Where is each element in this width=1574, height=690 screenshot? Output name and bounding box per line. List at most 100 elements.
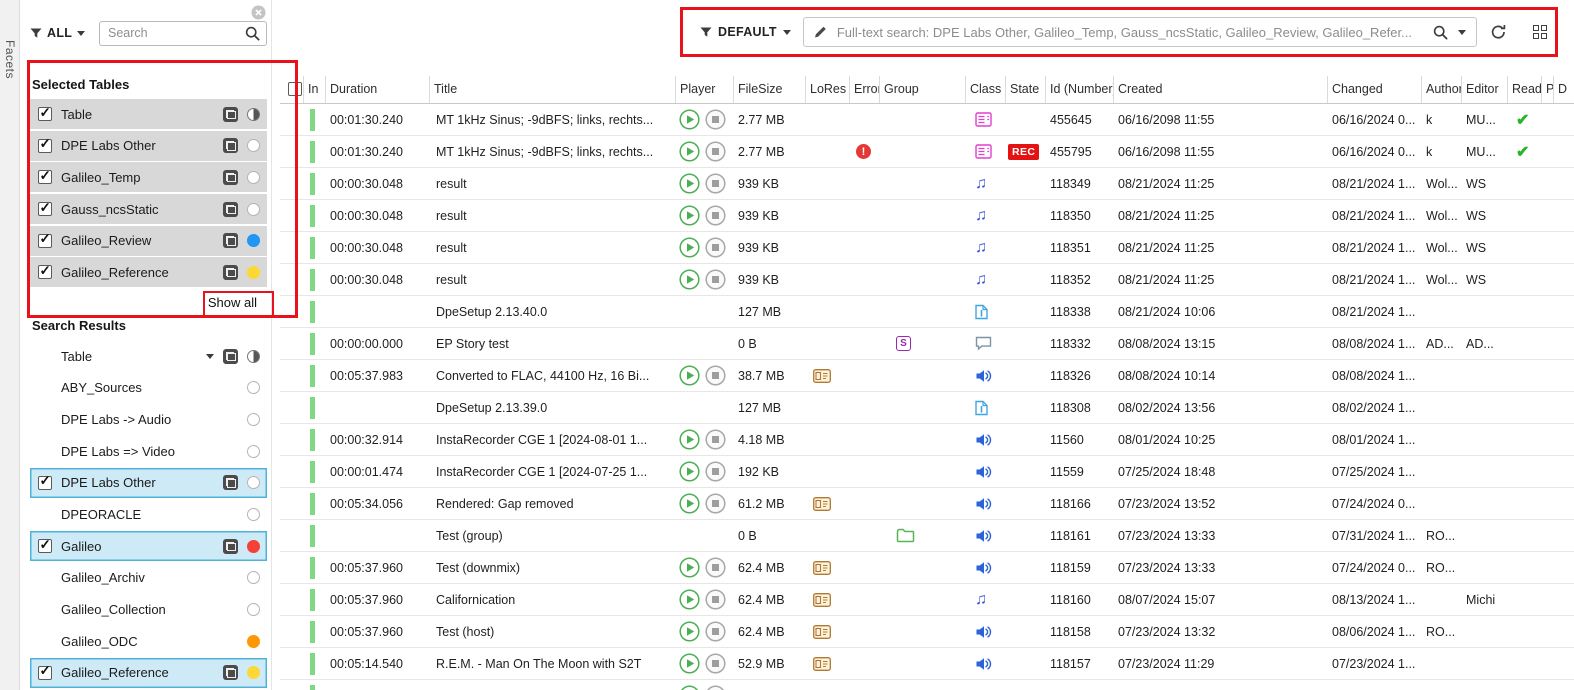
color-indicator[interactable] [247, 571, 260, 584]
selected-table-item[interactable]: Galileo_Review [30, 226, 267, 256]
color-indicator[interactable] [247, 603, 260, 616]
play-button[interactable] [679, 173, 700, 194]
color-indicator[interactable] [247, 381, 260, 394]
item-checkbox[interactable] [38, 107, 52, 121]
table-row[interactable]: 00:00:01.474InstaRecorder CGE 1 [2024-07… [280, 456, 1574, 488]
column-header-player[interactable]: Player [676, 76, 734, 103]
contrast-toggle-icon[interactable] [247, 350, 260, 363]
facet-filter-dropdown[interactable]: ALL [30, 26, 85, 40]
color-indicator[interactable] [247, 445, 260, 458]
color-indicator[interactable] [247, 476, 260, 489]
column-header-changed[interactable]: Changed [1328, 76, 1422, 103]
stop-button[interactable] [705, 205, 726, 226]
play-button[interactable] [679, 653, 700, 674]
selected-table-item[interactable]: Galileo_Temp [30, 162, 267, 192]
search-result-item[interactable]: DPE Labs -> Audio [30, 404, 267, 434]
play-button[interactable] [679, 205, 700, 226]
select-all-checkbox[interactable] [288, 82, 302, 96]
item-checkbox[interactable] [38, 265, 52, 279]
stop-button[interactable] [705, 493, 726, 514]
column-header-title[interactable]: Title [430, 76, 676, 103]
edit-icon[interactable] [813, 25, 827, 39]
play-button[interactable] [679, 109, 700, 130]
color-indicator-red[interactable] [247, 540, 260, 553]
table-mode-icon[interactable] [223, 202, 238, 217]
stop-button[interactable] [705, 141, 726, 162]
item-checkbox[interactable] [38, 539, 52, 553]
color-indicator[interactable] [247, 171, 260, 184]
column-header-filesize[interactable]: FileSize [734, 76, 806, 103]
table-row[interactable]: 00:05:37.960Californication62.4 MB♫11816… [280, 584, 1574, 616]
play-button[interactable] [679, 493, 700, 514]
selected-table-item[interactable]: Table [30, 99, 267, 129]
table-row[interactable]: DpeSetup 2.13.39.0127 MB11830808/02/2024… [280, 392, 1574, 424]
play-button[interactable] [679, 557, 700, 578]
fulltext-search-field[interactable] [803, 17, 1477, 47]
chevron-down-icon[interactable] [206, 354, 214, 359]
sidebar-search-input[interactable] [100, 26, 245, 40]
table-row[interactable]: Test (group)0 B11816107/23/2024 13:3307/… [280, 520, 1574, 552]
table-row[interactable]: DpeSetup 2.13.40.0127 MB11833808/21/2024… [280, 296, 1574, 328]
play-button[interactable] [679, 589, 700, 610]
search-result-item[interactable]: Galileo_Archiv [30, 563, 267, 593]
column-header-group[interactable]: Group [880, 76, 966, 103]
fulltext-search-input[interactable] [833, 25, 1429, 40]
item-checkbox[interactable] [38, 202, 52, 216]
table-row[interactable] [280, 680, 1574, 690]
play-button[interactable] [679, 237, 700, 258]
table-row[interactable]: 00:05:37.960Test (host)62.4 MB11815807/2… [280, 616, 1574, 648]
item-checkbox[interactable] [38, 476, 52, 490]
color-indicator-orange[interactable] [247, 635, 260, 648]
color-indicator[interactable] [247, 413, 260, 426]
item-checkbox[interactable] [38, 234, 52, 248]
play-button[interactable] [679, 429, 700, 450]
table-row[interactable]: 00:00:30.048result939 KB♫11834908/21/202… [280, 168, 1574, 200]
column-header-d[interactable]: D [1554, 76, 1574, 103]
table-row[interactable]: 00:00:32.914InstaRecorder CGE 1 [2024-08… [280, 424, 1574, 456]
stop-button[interactable] [705, 173, 726, 194]
column-header-id[interactable]: Id (Number) [1046, 76, 1114, 103]
play-button[interactable] [679, 685, 700, 690]
color-indicator-yellow[interactable] [247, 666, 260, 679]
color-indicator[interactable] [247, 508, 260, 521]
close-icon[interactable] [251, 5, 266, 20]
stop-button[interactable] [705, 365, 726, 386]
color-indicator-blue[interactable] [247, 234, 260, 247]
column-header-author[interactable]: Author [1422, 76, 1462, 103]
grid-view-icon[interactable] [1533, 25, 1548, 40]
search-result-item[interactable]: DPEORACLE [30, 499, 267, 529]
show-all-button[interactable]: Show all [200, 293, 265, 312]
sidebar-search-field[interactable] [99, 21, 267, 46]
search-result-item[interactable]: Galileo_Reference [30, 658, 267, 688]
table-mode-icon[interactable] [223, 170, 238, 185]
table-row[interactable]: 00:01:30.240MT 1kHz Sinus; -9dBFS; links… [280, 104, 1574, 136]
item-checkbox[interactable] [38, 139, 52, 153]
item-checkbox[interactable] [38, 170, 52, 184]
table-mode-icon[interactable] [223, 265, 238, 280]
play-button[interactable] [679, 621, 700, 642]
stop-button[interactable] [705, 589, 726, 610]
column-header-select[interactable] [280, 76, 304, 103]
search-icon[interactable] [1433, 25, 1448, 40]
selected-table-item[interactable]: DPE Labs Other [30, 131, 267, 161]
play-button[interactable] [679, 269, 700, 290]
table-mode-icon[interactable] [223, 475, 238, 490]
table-mode-icon[interactable] [223, 665, 238, 680]
refresh-icon[interactable] [1490, 24, 1507, 40]
table-row[interactable]: 00:00:30.048result939 KB♫11835208/21/202… [280, 264, 1574, 296]
column-header-state[interactable]: State [1006, 76, 1046, 103]
column-header-error[interactable]: Error [850, 76, 880, 103]
stop-button[interactable] [705, 653, 726, 674]
table-mode-icon[interactable] [223, 107, 238, 122]
search-result-item[interactable]: ABY_Sources [30, 373, 267, 403]
column-header-lores[interactable]: LoRes [806, 76, 850, 103]
table-row[interactable]: 00:05:14.540R.E.M. - Man On The Moon wit… [280, 648, 1574, 680]
table-mode-icon[interactable] [223, 233, 238, 248]
stop-button[interactable] [705, 269, 726, 290]
stop-button[interactable] [705, 557, 726, 578]
table-row[interactable]: 00:00:30.048result939 KB♫11835008/21/202… [280, 200, 1574, 232]
color-indicator-yellow[interactable] [247, 266, 260, 279]
table-row[interactable]: 00:00:00.000EP Story test0 BS11833208/08… [280, 328, 1574, 360]
search-result-item[interactable]: Galileo [30, 531, 267, 561]
color-indicator[interactable] [247, 203, 260, 216]
